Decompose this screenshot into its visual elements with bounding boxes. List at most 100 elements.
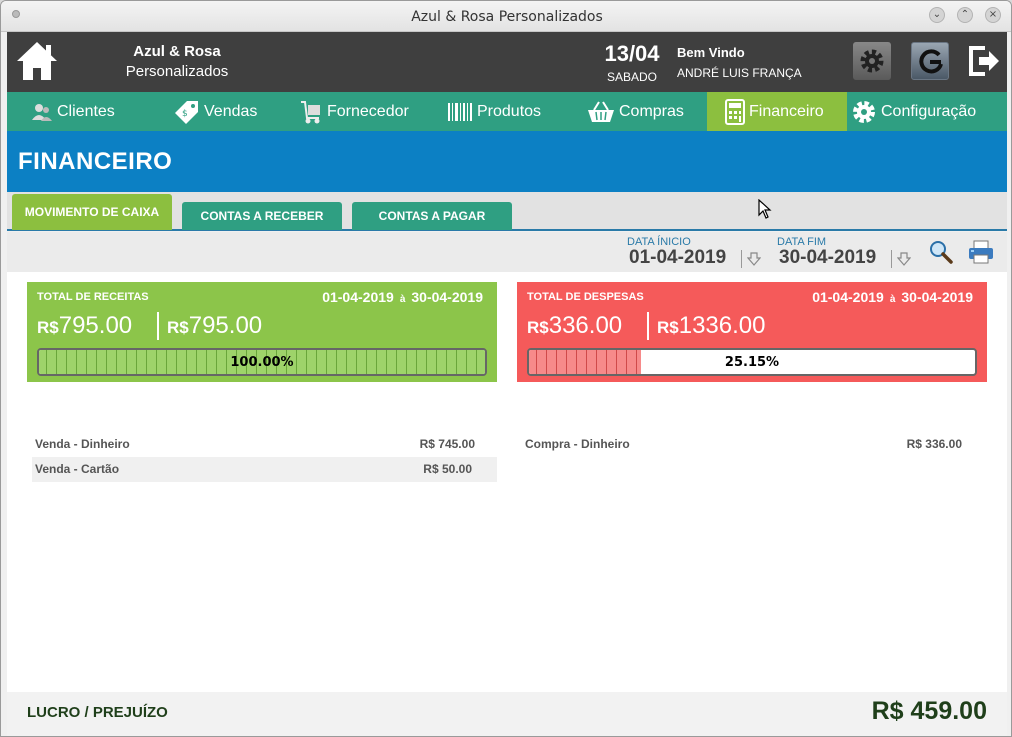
currency-symbol: R$ bbox=[527, 318, 549, 337]
mouse-cursor-icon bbox=[758, 199, 772, 219]
basket-icon bbox=[588, 100, 614, 122]
home-icon[interactable] bbox=[15, 40, 59, 82]
title-bar: Azul & Rosa Personalizados ⌄ ⌃ × bbox=[1, 1, 1011, 32]
nav-item-compras[interactable]: Compras bbox=[587, 92, 684, 131]
brand-subtitle: Personalizados bbox=[125, 63, 229, 80]
receitas-amount-1: R$795.00 bbox=[37, 312, 132, 340]
profit-footer: LUCRO / PREJUÍZO R$ 459.00 bbox=[7, 692, 1007, 736]
amount-divider bbox=[157, 312, 159, 340]
nav-label: Financeiro bbox=[749, 102, 824, 120]
search-icon[interactable] bbox=[929, 240, 953, 264]
despesas-range-start: 01-04-2019 bbox=[812, 289, 884, 305]
profit-value: R$ 459.00 bbox=[871, 697, 987, 725]
refresh-button[interactable] bbox=[911, 42, 949, 80]
app-window: Azul & Rosa Personalizados ⌄ ⌃ × Azul & … bbox=[0, 0, 1012, 737]
welcome-text: Bem Vindo bbox=[677, 45, 745, 60]
despesas-percent: 25.15% bbox=[724, 355, 780, 370]
currency-symbol: R$ bbox=[657, 318, 679, 337]
despesas-amount-2: R$1336.00 bbox=[657, 312, 766, 340]
users-icon bbox=[32, 103, 52, 121]
nav-label: Configuração bbox=[881, 102, 977, 120]
field-divider bbox=[891, 250, 892, 268]
tabs-bar: MOVIMENTO DE CAIXA CONTAS A RECEBER CONT… bbox=[7, 192, 1007, 231]
range-separator: à bbox=[889, 294, 896, 305]
window-title: Azul & Rosa Personalizados bbox=[411, 9, 603, 25]
user-name: ANDRÉ LUIS FRANÇA bbox=[677, 66, 802, 80]
despesas-range-end: 30-04-2019 bbox=[901, 289, 973, 305]
nav-item-produtos[interactable]: Produtos bbox=[447, 92, 541, 131]
nav-item-fornecedor[interactable]: Fornecedor bbox=[299, 92, 409, 131]
tab-contas-a-receber[interactable]: CONTAS A RECEBER bbox=[182, 202, 342, 230]
current-weekday: SABADO bbox=[606, 70, 657, 84]
end-date-dropdown-icon[interactable] bbox=[897, 252, 911, 266]
amount-value: 336.00 bbox=[548, 312, 623, 339]
nav-item-vendas[interactable]: $ Vendas bbox=[174, 92, 257, 131]
nav-label: Compras bbox=[619, 102, 684, 120]
range-separator: à bbox=[399, 294, 406, 305]
despesas-amount-1: R$336.00 bbox=[527, 312, 622, 340]
item-value: R$ 50.00 bbox=[423, 462, 472, 476]
nav-label: Produtos bbox=[477, 102, 542, 120]
barcode-icon bbox=[448, 102, 472, 121]
current-date: 13/04 bbox=[604, 41, 660, 66]
list-item[interactable]: Venda - Dinheiro R$ 745.00 bbox=[32, 432, 497, 457]
section-header: FINANCEIRO bbox=[7, 131, 1007, 192]
item-value: R$ 336.00 bbox=[906, 437, 962, 451]
currency-symbol: R$ bbox=[37, 318, 59, 337]
refresh-icon bbox=[919, 49, 943, 74]
receitas-range: 01-04-2019 à 30-04-2019 bbox=[322, 289, 483, 305]
date-filter-bar: DATA ÍNICIO 01-04-2019 DATA FIM 30-04-20… bbox=[7, 232, 1007, 272]
tag-icon: $ bbox=[175, 100, 198, 124]
nav-label: Clientes bbox=[57, 102, 115, 120]
start-date-field[interactable]: 01-04-2019 bbox=[629, 247, 726, 269]
receitas-list: Venda - Dinheiro R$ 745.00 Venda - Cartã… bbox=[32, 432, 497, 482]
receitas-range-start: 01-04-2019 bbox=[322, 289, 394, 305]
close-icon[interactable]: × bbox=[985, 7, 1001, 23]
receitas-progress-bar: 100.00% bbox=[37, 348, 487, 376]
despesas-title: TOTAL DE DESPESAS bbox=[527, 291, 644, 303]
minimize-icon[interactable]: ⌄ bbox=[929, 7, 945, 23]
nav-item-configuracao[interactable]: Configuração bbox=[851, 92, 976, 131]
despesas-card: TOTAL DE DESPESAS 01-04-2019 à 30-04-2019 … bbox=[517, 282, 987, 382]
main-nav: Clientes $ Vendas Fornecedor Produtos Co… bbox=[7, 92, 1007, 131]
nav-item-financeiro[interactable]: Financeiro bbox=[707, 92, 847, 131]
gear-icon bbox=[860, 49, 884, 73]
amount-value: 795.00 bbox=[58, 312, 133, 339]
calculator-icon bbox=[725, 98, 745, 125]
receitas-card: TOTAL DE RECEITAS 01-04-2019 à 30-04-2019 … bbox=[27, 282, 497, 382]
amount-value: 1336.00 bbox=[678, 312, 766, 339]
item-label: Venda - Cartão bbox=[35, 462, 120, 476]
nav-label: Vendas bbox=[204, 102, 258, 120]
item-label: Venda - Dinheiro bbox=[35, 437, 130, 451]
list-item[interactable]: Venda - Cartão R$ 50.00 bbox=[32, 457, 497, 482]
page-title: FINANCEIRO bbox=[18, 148, 173, 175]
receitas-range-end: 30-04-2019 bbox=[411, 289, 483, 305]
settings-button[interactable] bbox=[853, 42, 891, 80]
despesas-list: Compra - Dinheiro R$ 336.00 bbox=[522, 432, 987, 457]
item-label: Compra - Dinheiro bbox=[525, 437, 630, 451]
field-divider bbox=[741, 250, 742, 268]
print-icon[interactable] bbox=[968, 240, 994, 264]
app-header: Azul & Rosa Personalizados 13/04 SABADO … bbox=[7, 32, 1007, 92]
content-area: TOTAL DE RECEITAS 01-04-2019 à 30-04-2019 … bbox=[7, 272, 1007, 692]
despesas-range: 01-04-2019 à 30-04-2019 bbox=[812, 289, 973, 305]
brand-name: Azul & Rosa bbox=[133, 43, 221, 60]
tab-contas-a-pagar[interactable]: CONTAS A PAGAR bbox=[352, 202, 512, 230]
svg-text:$: $ bbox=[182, 109, 188, 119]
receitas-title: TOTAL DE RECEITAS bbox=[37, 291, 149, 303]
receitas-percent: 100.00% bbox=[230, 355, 294, 370]
nav-label: Fornecedor bbox=[327, 102, 409, 120]
currency-symbol: R$ bbox=[167, 318, 189, 337]
end-date-field[interactable]: 30-04-2019 bbox=[779, 247, 876, 269]
logout-button[interactable] bbox=[965, 42, 1003, 80]
tab-movimento-de-caixa[interactable]: MOVIMENTO DE CAIXA bbox=[12, 194, 172, 230]
maximize-icon[interactable]: ⌃ bbox=[957, 7, 973, 23]
cart-supplier-icon bbox=[301, 100, 320, 123]
nav-item-clientes[interactable]: Clientes bbox=[31, 92, 115, 131]
amount-value: 795.00 bbox=[188, 312, 263, 339]
item-value: R$ 745.00 bbox=[419, 437, 475, 451]
logout-icon bbox=[969, 46, 999, 76]
start-date-dropdown-icon[interactable] bbox=[747, 252, 761, 266]
list-item[interactable]: Compra - Dinheiro R$ 336.00 bbox=[522, 432, 987, 457]
receitas-amount-2: R$795.00 bbox=[167, 312, 262, 340]
